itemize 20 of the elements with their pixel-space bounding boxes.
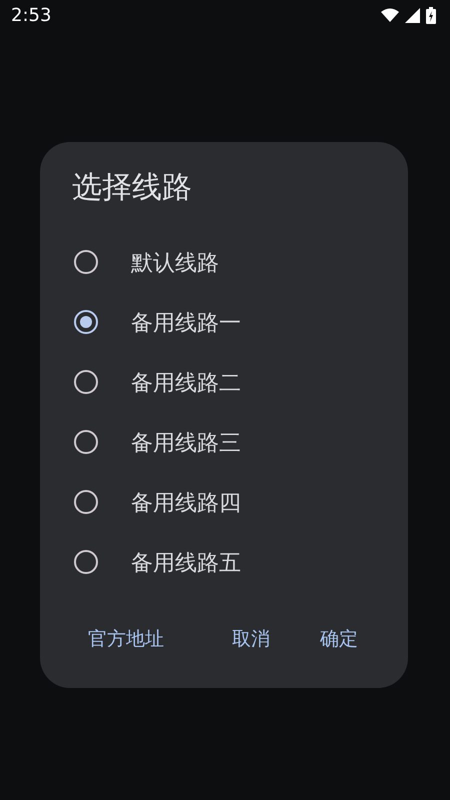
radio-option[interactable]: 备用线路三 bbox=[40, 412, 408, 472]
radio-option[interactable]: 备用线路四 bbox=[40, 472, 408, 532]
radio-button[interactable] bbox=[74, 310, 98, 334]
dialog-title: 选择线路 bbox=[71, 170, 193, 206]
radio-button[interactable] bbox=[74, 370, 98, 394]
dialog-button[interactable]: 取消 bbox=[220, 620, 282, 660]
status-time: 2:53 bbox=[11, 4, 52, 28]
radio-button[interactable] bbox=[74, 430, 98, 454]
radio-option[interactable]: 备用线路一 bbox=[40, 292, 408, 352]
radio-button[interactable] bbox=[74, 550, 98, 574]
battery-icon bbox=[426, 6, 436, 24]
signal-icon bbox=[405, 8, 420, 22]
dialog-button[interactable]: 确定 bbox=[308, 620, 370, 660]
radio-button[interactable] bbox=[74, 490, 98, 514]
radio-option[interactable]: 备用线路五 bbox=[40, 532, 408, 592]
radio-option[interactable]: 备用线路二 bbox=[40, 352, 408, 412]
wifi-icon bbox=[381, 8, 399, 22]
radio-button[interactable] bbox=[74, 250, 98, 274]
dialog-button[interactable]: 官方地址 bbox=[76, 620, 176, 660]
radio-option[interactable]: 默认线路 bbox=[40, 232, 408, 292]
